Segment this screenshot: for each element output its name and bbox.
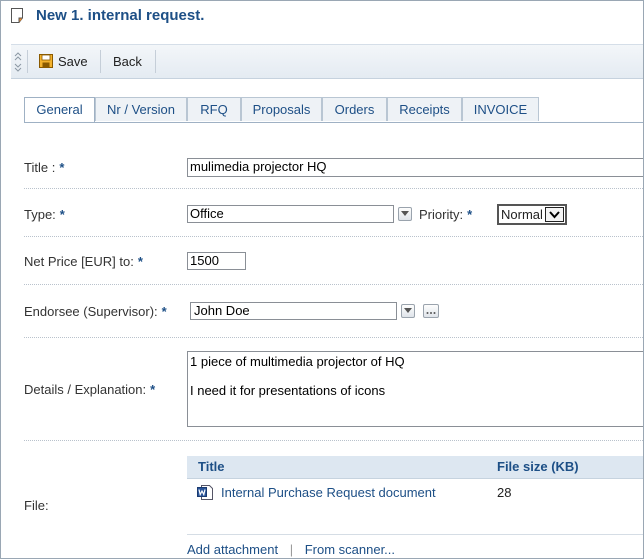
chevron-down-icon xyxy=(404,308,412,313)
save-icon[interactable] xyxy=(39,54,53,68)
add-attachment-link[interactable]: Add attachment xyxy=(187,542,278,557)
row-divider xyxy=(24,284,643,285)
required-marker: * xyxy=(59,160,65,175)
table-row: Internal Purchase Request document 28 xyxy=(187,479,643,501)
attachment-actions: Add attachment | From scanner... xyxy=(187,542,395,557)
file-table-header: Title File size (KB) xyxy=(187,456,643,479)
required-marker: * xyxy=(161,304,167,319)
toolbar: Save Back xyxy=(11,44,643,79)
details-textarea[interactable]: 1 piece of multimedia projector of HQ I … xyxy=(187,351,643,427)
row-divider xyxy=(24,440,643,441)
type-input[interactable]: Office xyxy=(187,205,394,223)
endorsee-dropdown-button[interactable] xyxy=(401,304,415,318)
new-document-icon xyxy=(11,8,23,23)
file-label: File: xyxy=(24,498,49,513)
title-input[interactable]: mulimedia projector HQ xyxy=(187,158,643,177)
details-label: Details / Explanation: * xyxy=(24,382,156,397)
details-line: 1 piece of multimedia projector of HQ xyxy=(190,354,405,369)
title-bar: New 1. internal request. xyxy=(1,1,643,31)
tab-underline xyxy=(24,122,643,123)
word-document-icon[interactable] xyxy=(197,484,213,500)
tab-general[interactable]: General xyxy=(24,97,95,123)
net-price-input[interactable]: 1500 xyxy=(187,252,246,270)
back-button[interactable]: Back xyxy=(113,45,142,78)
priority-select[interactable]: Normal xyxy=(497,204,567,225)
required-marker: * xyxy=(59,207,65,222)
tab-rfq[interactable]: RFQ xyxy=(187,97,241,121)
file-table: Title File size (KB) Internal Purchase R… xyxy=(187,456,643,501)
title-label: Title : * xyxy=(24,160,65,175)
toolbar-separator xyxy=(155,50,156,73)
toolbar-separator xyxy=(27,50,28,73)
chevron-down-icon xyxy=(401,211,409,216)
column-header-title[interactable]: Title xyxy=(198,459,225,474)
priority-dropdown-arrow[interactable] xyxy=(545,207,564,222)
toolbar-grip-icon[interactable] xyxy=(14,52,22,72)
required-marker: * xyxy=(467,207,473,222)
required-marker: * xyxy=(137,254,143,269)
details-line: I need it for presentations of icons xyxy=(190,383,386,398)
file-size-value: 28 xyxy=(497,485,512,500)
priority-value: Normal xyxy=(501,207,543,222)
tab-nr-version[interactable]: Nr / Version xyxy=(95,97,187,121)
endorsee-label: Endorsee (Supervisor): * xyxy=(24,304,167,319)
tab-orders[interactable]: Orders xyxy=(322,97,387,121)
save-button[interactable]: Save xyxy=(58,45,88,78)
row-divider xyxy=(24,337,643,338)
row-divider xyxy=(24,188,643,189)
file-table-bottom-border xyxy=(187,534,643,535)
from-scanner-link[interactable]: From scanner... xyxy=(305,542,395,557)
tab-invoice[interactable]: INVOICE xyxy=(462,97,539,121)
column-header-file-size[interactable]: File size (KB) xyxy=(497,459,579,474)
type-label: Type: * xyxy=(24,207,65,222)
toolbar-separator xyxy=(100,50,101,73)
chevron-down-icon xyxy=(549,211,560,219)
type-dropdown-button[interactable] xyxy=(398,207,412,221)
tab-proposals[interactable]: Proposals xyxy=(241,97,322,121)
endorsee-input[interactable]: John Doe xyxy=(190,302,397,320)
more-icon xyxy=(426,312,436,314)
tab-receipts[interactable]: Receipts xyxy=(387,97,462,121)
page-title: New 1. internal request. xyxy=(36,7,205,24)
required-marker: * xyxy=(150,382,156,397)
net-price-label: Net Price [EUR] to: * xyxy=(24,254,143,269)
link-separator: | xyxy=(289,542,294,557)
priority-label: Priority: * xyxy=(419,207,473,222)
window: New 1. internal request. Save Back Gener… xyxy=(0,0,644,559)
file-title-link[interactable]: Internal Purchase Request document xyxy=(221,485,436,500)
row-divider xyxy=(24,236,643,237)
endorsee-browse-button[interactable] xyxy=(423,304,439,318)
